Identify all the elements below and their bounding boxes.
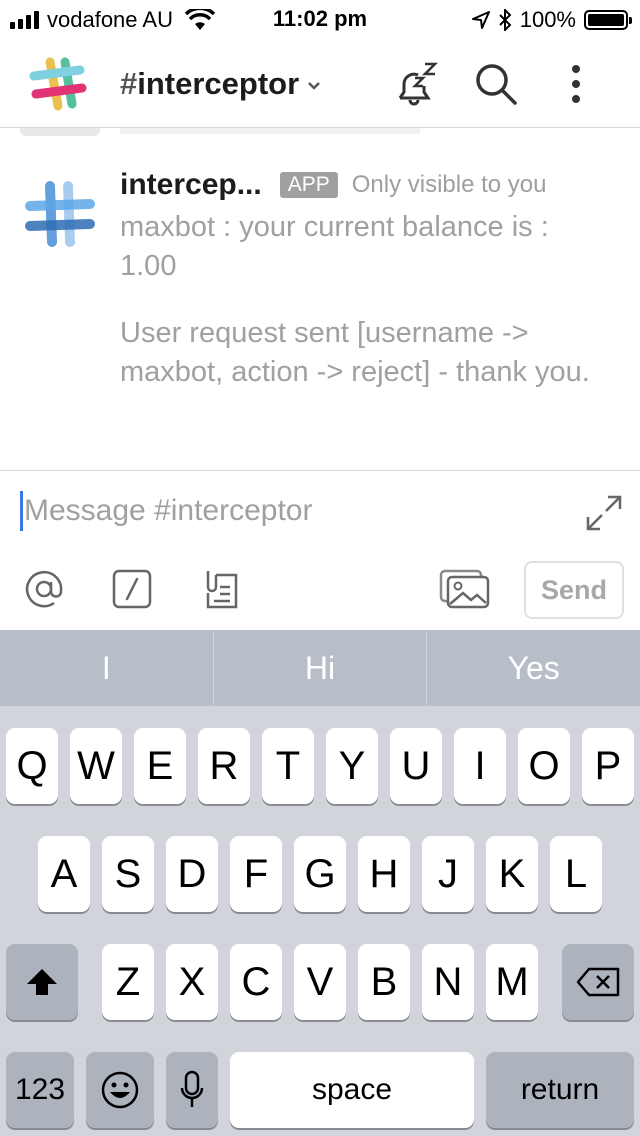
attach-file-button[interactable]: [196, 565, 244, 613]
key-o[interactable]: O: [518, 728, 570, 804]
key-d[interactable]: D: [166, 836, 218, 912]
search-button[interactable]: [472, 60, 520, 108]
return-key[interactable]: return: [486, 1052, 634, 1128]
battery-icon: [584, 10, 632, 30]
key-b[interactable]: B: [358, 944, 410, 1020]
search-icon: [476, 64, 517, 105]
key-k[interactable]: K: [486, 836, 538, 912]
key-i[interactable]: I: [454, 728, 506, 804]
message-composer: Send: [0, 470, 640, 630]
key-v[interactable]: V: [294, 944, 346, 1020]
message-header: intercep... APP Only visible to you: [120, 168, 547, 202]
channel-name: interceptor: [137, 66, 300, 101]
image-upload-button[interactable]: [438, 565, 492, 613]
key-a[interactable]: A: [38, 836, 90, 912]
suggestion-item[interactable]: I: [0, 630, 214, 706]
snooze-bell-icon: [398, 62, 439, 106]
backspace-key[interactable]: [562, 944, 634, 1020]
numbers-key[interactable]: 123: [6, 1052, 74, 1128]
battery-percent: 100%: [519, 7, 576, 32]
channel-header: # interceptor: [0, 40, 640, 128]
slack-logo-icon[interactable]: [28, 56, 88, 112]
message-line: User request sent [username -> maxbot, a…: [120, 317, 590, 388]
key-n[interactable]: N: [422, 944, 474, 1020]
key-c[interactable]: C: [230, 944, 282, 1020]
key-y[interactable]: Y: [326, 728, 378, 804]
key-f[interactable]: F: [230, 836, 282, 912]
key-l[interactable]: L: [550, 836, 602, 912]
expand-icon[interactable]: [584, 493, 624, 533]
message-list[interactable]: intercep... APP Only visible to you maxb…: [0, 128, 640, 470]
key-h[interactable]: H: [358, 836, 410, 912]
channel-hash: #: [120, 66, 138, 101]
previous-avatar: [20, 128, 100, 136]
message-line: maxbot : your current balance is : 1.00: [120, 211, 549, 282]
sender-name[interactable]: intercep...: [120, 168, 262, 202]
key-g[interactable]: G: [294, 836, 346, 912]
key-w[interactable]: W: [70, 728, 122, 804]
emoji-key[interactable]: [86, 1052, 154, 1128]
space-key[interactable]: space: [230, 1052, 474, 1128]
snooze-button[interactable]: [392, 60, 440, 108]
shift-key[interactable]: [6, 944, 78, 1020]
message-input[interactable]: [24, 489, 564, 533]
at-mention-icon: [25, 570, 63, 608]
image-upload-icon: [439, 569, 490, 609]
bluetooth-icon: [499, 9, 512, 31]
carrier-name: vodafone AU: [47, 7, 173, 32]
suggestion-item[interactable]: Hi: [214, 630, 428, 706]
more-button[interactable]: [552, 60, 600, 108]
key-e[interactable]: E: [134, 728, 186, 804]
attach-file-icon: [206, 571, 238, 609]
key-q[interactable]: Q: [6, 728, 58, 804]
key-t[interactable]: T: [262, 728, 314, 804]
slash-command-icon: [112, 569, 152, 609]
key-x[interactable]: X: [166, 944, 218, 1020]
key-p[interactable]: P: [582, 728, 634, 804]
send-button[interactable]: Send: [524, 561, 624, 619]
backspace-icon: [576, 967, 620, 997]
mention-button[interactable]: [20, 565, 68, 613]
key-j[interactable]: J: [422, 836, 474, 912]
wifi-icon: [184, 9, 215, 30]
key-z[interactable]: Z: [102, 944, 154, 1020]
status-right: 100%: [471, 6, 632, 34]
emoji-icon: [101, 1071, 139, 1109]
app-badge: APP: [279, 172, 338, 198]
on-screen-keyboard: I Hi Yes Q W E R T Y U I O P A S D F G H…: [0, 630, 640, 1136]
text-cursor: [20, 491, 23, 531]
key-r[interactable]: R: [198, 728, 250, 804]
key-s[interactable]: S: [102, 836, 154, 912]
key-m[interactable]: M: [486, 944, 538, 1020]
dictation-key[interactable]: [166, 1052, 218, 1128]
shift-icon: [27, 969, 57, 995]
key-u[interactable]: U: [390, 728, 442, 804]
chevron-down-icon: [308, 82, 321, 90]
slash-command-button[interactable]: [108, 565, 156, 613]
signal-icon: [10, 11, 39, 29]
suggestion-item[interactable]: Yes: [427, 630, 640, 706]
bot-avatar-icon[interactable]: [24, 180, 96, 252]
previous-message-fragment: [120, 128, 420, 134]
more-vertical-icon: [572, 65, 580, 103]
location-arrow-icon: [471, 11, 490, 29]
message-body: maxbot : your current balance is : 1.00 …: [120, 208, 600, 420]
visibility-note: Only visible to you: [351, 171, 547, 198]
channel-title[interactable]: # interceptor: [120, 66, 321, 102]
status-left: vodafone AU: [10, 6, 215, 34]
status-bar: vodafone AU 11:02 pm 100%: [0, 0, 640, 40]
suggestion-bar: I Hi Yes: [0, 630, 640, 706]
microphone-icon: [180, 1070, 204, 1107]
